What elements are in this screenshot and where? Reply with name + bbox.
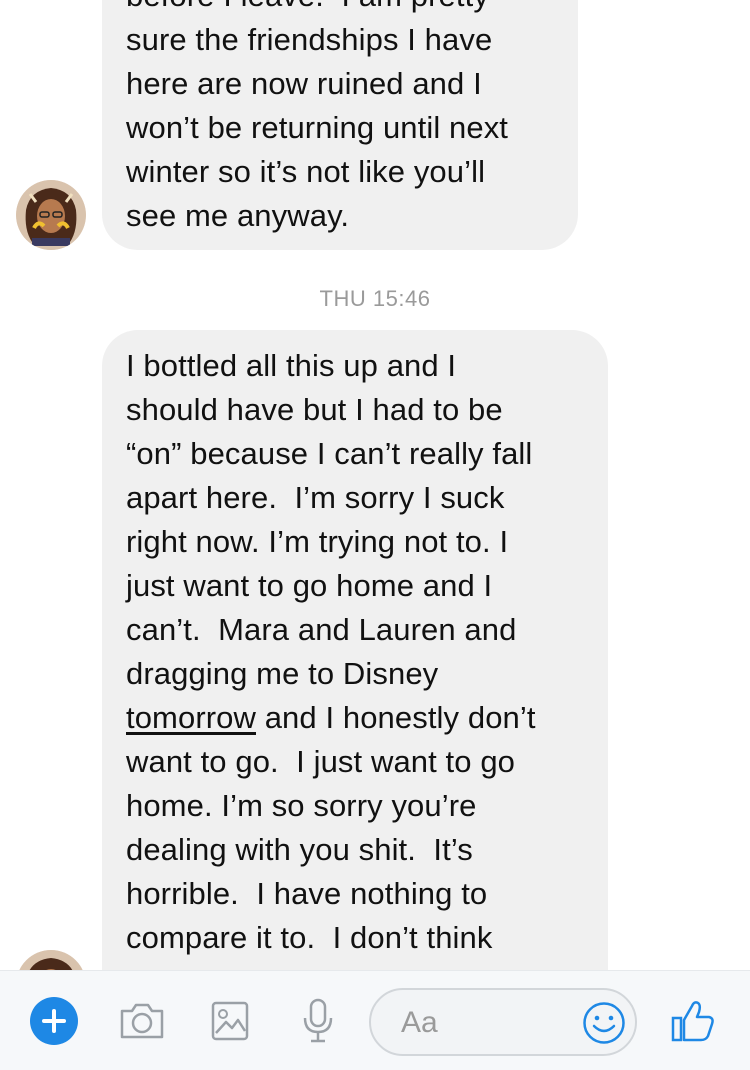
message-bubble-received[interactable]: before I leave. I am pretty sure the fri… <box>102 0 578 250</box>
emoji-icon <box>583 1002 625 1044</box>
message-line: see me anyway. <box>126 198 350 233</box>
message-line-with-link: tomorrow and I honestly don’t <box>126 696 584 740</box>
message-bubble-received[interactable]: I bottled all this up and I should have … <box>102 330 608 970</box>
message-line: dragging me to Disney <box>126 656 439 691</box>
camera-icon <box>120 1003 164 1038</box>
microphone-icon <box>303 998 333 1042</box>
message-line: compare it to. I don’t think <box>126 920 493 955</box>
message-line: want to go. I just want to go <box>126 744 516 779</box>
message-line: “on” because I can’t really fall <box>126 436 533 471</box>
image-button[interactable] <box>210 971 250 1070</box>
message-line: here are now ruined and I <box>126 66 482 101</box>
message-line: horrible. I have nothing to <box>126 876 488 911</box>
date-link[interactable]: tomorrow <box>126 700 256 735</box>
message-line: I bottled all this up and I <box>126 348 457 383</box>
message-line: dealing with you shit. It’s <box>126 832 473 867</box>
camera-button[interactable] <box>117 971 167 1070</box>
message-composer <box>0 970 750 1070</box>
emoji-button[interactable] <box>582 1001 626 1045</box>
message-line: home. I’m so sorry you’re <box>126 788 477 823</box>
add-button[interactable] <box>30 971 78 1070</box>
message-line: winter so it’s not like you’ll <box>126 154 486 189</box>
message-line: won’t be returning until next <box>126 110 509 145</box>
like-button[interactable] <box>668 971 718 1070</box>
message-line: before I leave. I am pretty <box>126 0 554 18</box>
message-input[interactable] <box>399 1002 583 1044</box>
message-line-rest: and I honestly don’t <box>256 700 536 735</box>
sender-avatar[interactable] <box>16 950 86 970</box>
message-line: right now. I’m trying not to. I <box>126 524 509 559</box>
message-input-container[interactable] <box>369 988 637 1056</box>
plus-icon <box>30 996 78 1045</box>
message-line: sure the friendships I have <box>126 22 493 57</box>
message-line: apart here. I’m sorry I suck <box>126 480 505 515</box>
sender-avatar[interactable] <box>16 180 86 250</box>
thumbs-up-icon <box>671 1000 714 1041</box>
message-line: should have but I had to be <box>126 392 503 427</box>
message-line: can’t. Mara and Lauren and <box>126 612 517 647</box>
avatar-illustration-icon <box>19 950 83 970</box>
avatar-illustration-icon <box>16 180 86 250</box>
message-line: just want to go home and I <box>126 568 493 603</box>
chat-area: before I leave. I am pretty sure the fri… <box>0 0 750 970</box>
image-icon <box>211 1001 249 1040</box>
timestamp: THU 15:46 <box>319 286 431 311</box>
microphone-button[interactable] <box>298 971 338 1070</box>
